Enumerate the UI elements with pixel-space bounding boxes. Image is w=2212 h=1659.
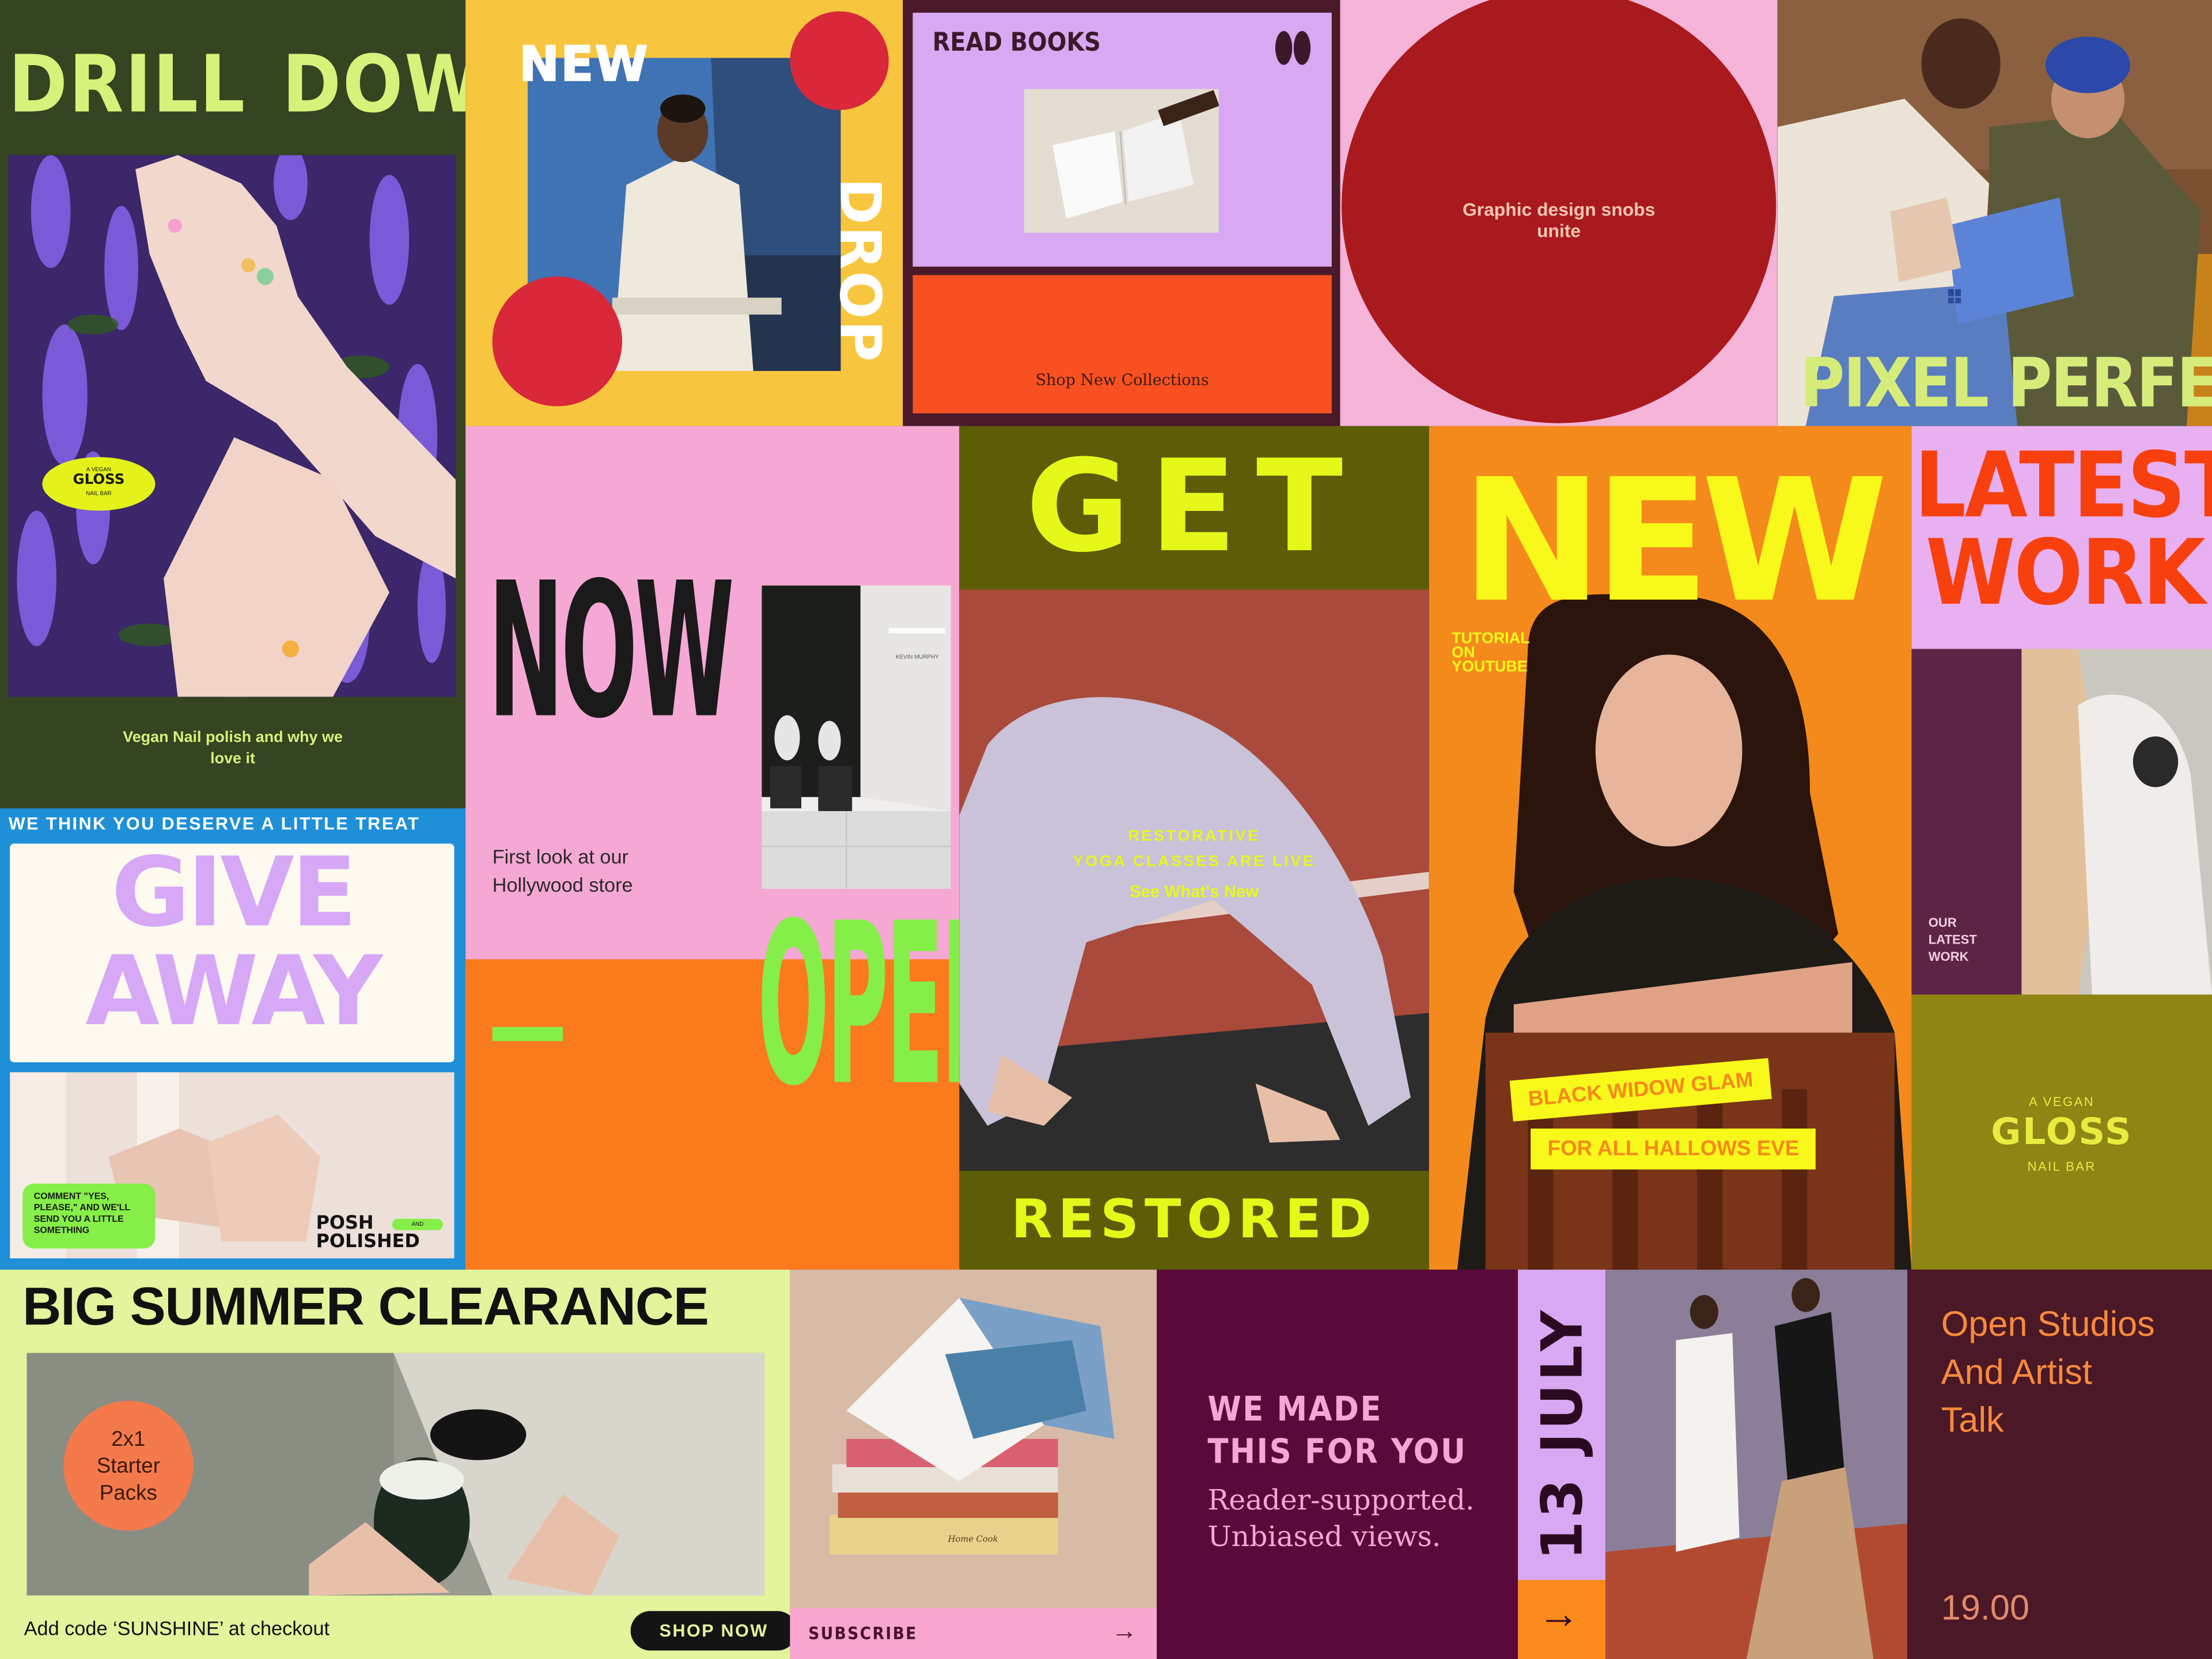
gloss-small-top: A VEGAN xyxy=(2029,1094,2095,1109)
salon-sign: KEVIN MURPHY xyxy=(896,653,939,661)
drill-title-right: DOWN xyxy=(282,39,465,131)
lavender-hand-photo: A VEGAN GLOSS NAIL BAR xyxy=(8,155,456,697)
made-sub1: Reader-supported. xyxy=(1207,1482,1475,1517)
tile-read-books[interactable]: READ BOOKS Shop New Collections xyxy=(903,0,1340,426)
tutorial-sub2: ON xyxy=(1452,645,1475,662)
studios-line2: And Artist xyxy=(1941,1353,2092,1393)
made-line1: WE MADE xyxy=(1207,1389,1382,1429)
tattoo-artist-photo xyxy=(2021,649,2212,995)
gloss-small-bottom: NAIL BAR xyxy=(2027,1160,2096,1174)
collage: DRILL DOWN A VEGAN GLOSS NAIL BAR Vegan … xyxy=(0,0,2212,1659)
brand-posh: POSH xyxy=(316,1213,374,1234)
tile-subscribe[interactable]: Home Cook SUBSCRIBE → xyxy=(790,1270,1157,1659)
tile-made-for-you[interactable]: WE MADE THIS FOR YOU Reader-supported. U… xyxy=(1157,1270,1518,1659)
book-title-home-cook: Home Cook xyxy=(948,1535,998,1545)
cream-jar-photo: 2x1 Starter Packs xyxy=(26,1353,765,1596)
new-drop-word-drop: DROP xyxy=(827,177,892,363)
two-men-photo xyxy=(1605,1270,1908,1659)
restored-word: RESTORED xyxy=(1011,1188,1377,1250)
tag-hallows-eve: FOR ALL HALLOWS EVE xyxy=(1531,1128,1816,1170)
tile-new-tutorial[interactable]: NEW TUTORIAL ON YOUTUBE BLACK WIDOW GLAM… xyxy=(1429,426,1912,1270)
double-dot-icon xyxy=(1275,31,1312,65)
yoga-photo: RESTORATIVE YOGA CLASSES ARE LIVE See Wh… xyxy=(959,589,1429,1171)
giveaway-banner: WE THINK YOU DESERVE A LITTLE TREAT xyxy=(8,814,421,834)
salon-photo: KEVIN MURPHY xyxy=(762,585,951,889)
badge-line2: Starter xyxy=(96,1454,160,1479)
badge-line1: 2x1 xyxy=(111,1427,146,1452)
open-word: OPEN xyxy=(757,876,959,1136)
gloss-badge-word: GLOSS xyxy=(73,472,125,488)
tile-giveaway[interactable]: WE THINK YOU DESERVE A LITTLE TREAT GIVE… xyxy=(0,808,466,1270)
now-word: NOW xyxy=(488,543,734,761)
get-word: GET xyxy=(1025,433,1363,581)
studios-line1: Open Studios xyxy=(1941,1305,2155,1344)
new-word: NEW xyxy=(1461,444,1888,641)
brand-and-pill: AND xyxy=(392,1218,443,1230)
dash-mark xyxy=(492,1027,563,1041)
tile-pixel-perfect[interactable]: PIXEL PERFECT xyxy=(1777,0,2212,426)
made-line2: THIS FOR YOU xyxy=(1207,1431,1467,1472)
summer-code: Add code ‘SUNSHINE’ at checkout xyxy=(24,1616,330,1639)
tile-summer-clearance[interactable]: BIG SUMMER CLEARANCE 2x1 Starter Packs A… xyxy=(0,1270,790,1659)
red-circle-top xyxy=(790,11,889,111)
tile-latest-work[interactable]: LATEST WORK OUR LATEST WORK A VEGAN GLOS… xyxy=(1911,426,2212,1270)
summer-title: BIG SUMMER CLEARANCE xyxy=(22,1278,709,1338)
gloss-badge-small-top: A VEGAN xyxy=(86,465,111,473)
now-open-caption: First look at our Hollywood store xyxy=(492,844,633,896)
tutorial-sub1: TUTORIAL xyxy=(1452,630,1530,648)
arrow-right-icon[interactable]: → xyxy=(1112,1617,1137,1646)
latest-side2: LATEST xyxy=(1928,932,1977,947)
tile-july[interactable]: 13 JULY → xyxy=(1518,1270,1908,1659)
gloss-badge-small-bottom: NAIL BAR xyxy=(86,489,112,497)
starter-pack-badge: 2x1 Starter Packs xyxy=(63,1400,194,1531)
latest-side1: OUR xyxy=(1928,915,1957,930)
badge-line3: Packs xyxy=(99,1481,157,1506)
made-sub2: Unbiased views. xyxy=(1207,1519,1441,1554)
studios-line3: Talk xyxy=(1941,1400,2004,1441)
latest-side3: WORK xyxy=(1928,949,1969,964)
latest-line2: WORK xyxy=(1925,522,2206,627)
studios-time: 19.00 xyxy=(1941,1588,2030,1628)
shop-now-button[interactable]: SHOP NOW xyxy=(630,1611,790,1651)
tile-design-snobs[interactable]: Graphic design snobs unite xyxy=(1340,0,1778,426)
new-drop-word-new: NEW xyxy=(518,36,649,93)
gloss-badge: A VEGAN GLOSS NAIL BAR xyxy=(42,457,156,511)
tile-drill-down[interactable]: DRILL DOWN A VEGAN GLOSS NAIL BAR Vegan … xyxy=(0,0,466,809)
read-books-title: READ BOOKS xyxy=(932,28,1101,58)
pixel-title: PIXEL PERFECT xyxy=(1800,344,2212,423)
open-book-photo xyxy=(1024,89,1219,233)
july-date: 13 JULY xyxy=(1531,1307,1596,1560)
giveaway-line1: GIVE xyxy=(111,838,357,950)
comment-bubble: COMMENT "YES, PLEASE," AND WE'LL SEND YO… xyxy=(22,1183,156,1249)
tile-open-studios[interactable]: Open Studios And Artist Talk 19.00 xyxy=(1907,1270,2212,1659)
drill-caption: Vegan Nail polish and why we love it xyxy=(123,729,343,768)
giveaway-line2: AWAY xyxy=(85,937,382,1048)
read-books-cta[interactable]: Shop New Collections xyxy=(912,371,1331,389)
subscribe-label[interactable]: SUBSCRIBE xyxy=(808,1624,918,1643)
tutorial-sub3: YOUTUBE xyxy=(1452,658,1528,676)
latest-line1: LATEST xyxy=(1914,434,2212,539)
read-books-bottom-panel xyxy=(912,275,1332,414)
brand-polished: POLISHED xyxy=(316,1231,420,1253)
yoga-link[interactable]: See What's New xyxy=(959,882,1429,902)
yoga-line2: YOGA CLASSES ARE LIVE xyxy=(1073,853,1316,871)
book-stack-photo: Home Cook xyxy=(790,1270,1157,1608)
design-snobs-text: Graphic design snobs unite xyxy=(1462,199,1656,241)
yoga-line1: RESTORATIVE xyxy=(1128,828,1260,845)
july-arrow-icon[interactable]: → xyxy=(1537,1591,1580,1639)
red-circle-bottom xyxy=(492,276,623,407)
windows-logo-icon xyxy=(1948,289,1962,304)
drill-title-left: DRILL xyxy=(8,39,247,131)
tile-now-open[interactable]: NOW First look at our Hollywood store KE… xyxy=(465,426,960,1270)
tile-new-drop[interactable]: NEW DROP xyxy=(465,0,903,426)
gloss-brand: GLOSS xyxy=(1991,1111,2133,1154)
tile-get-restored[interactable]: GET RESTORATIVE YOGA CLASSES ARE LIVE Se… xyxy=(959,426,1429,1270)
